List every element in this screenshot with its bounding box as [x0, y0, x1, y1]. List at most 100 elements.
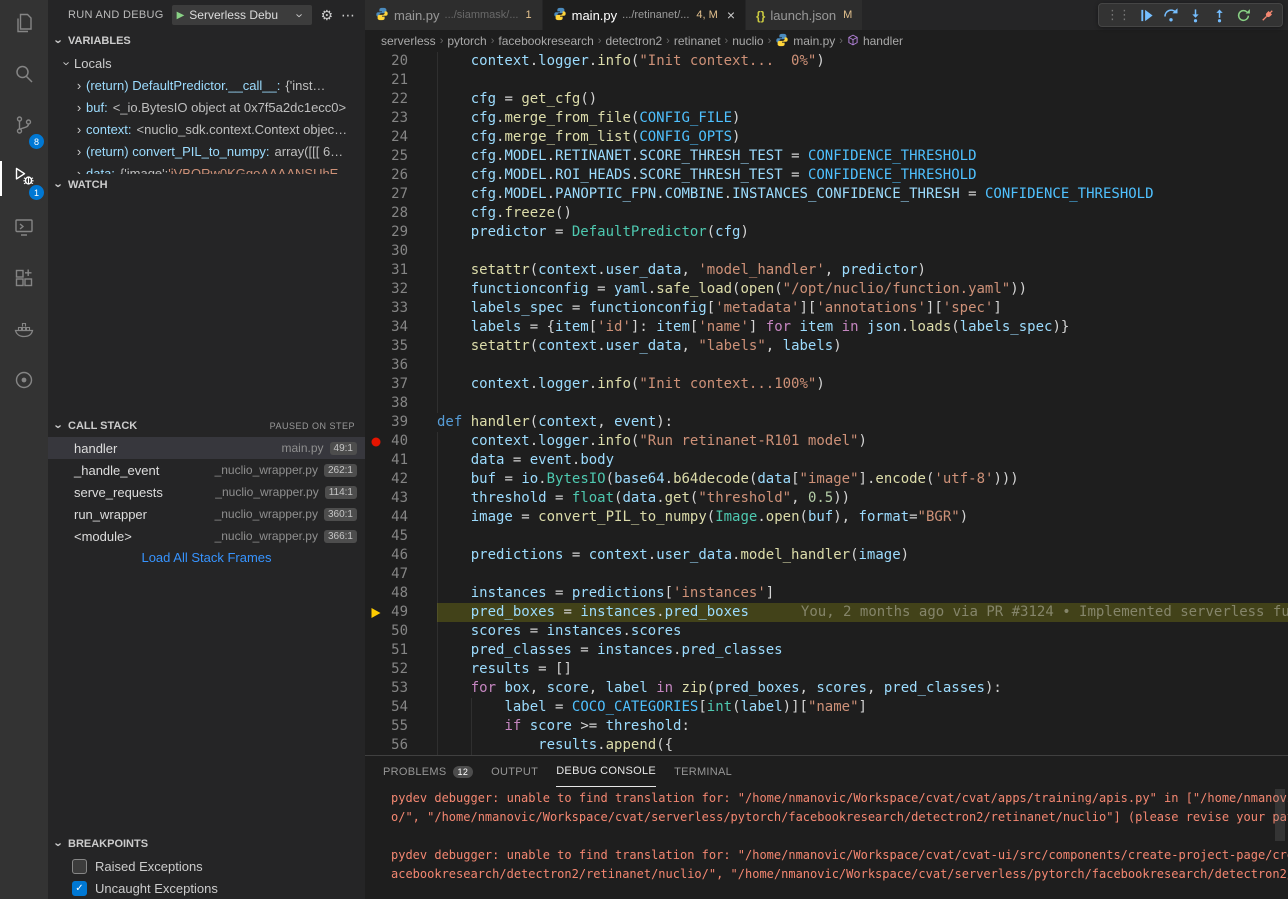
- gear-icon[interactable]: ⚙: [320, 7, 333, 24]
- code-line[interactable]: 34 labels = {item['id']: item['name'] fo…: [365, 318, 1288, 337]
- code-line[interactable]: 20 context.logger.info("Init context... …: [365, 52, 1288, 71]
- breadcrumb-item[interactable]: pytorch: [447, 34, 486, 48]
- drag-grip-icon[interactable]: ⋮⋮: [1106, 7, 1130, 23]
- variable-row[interactable]: ›(return) DefaultPredictor.__call__:{'in…: [48, 74, 365, 96]
- code-line[interactable]: 55 if score >= threshold:: [365, 717, 1288, 736]
- breadcrumb-item[interactable]: main.py: [775, 33, 835, 50]
- continue-icon[interactable]: [1139, 8, 1154, 23]
- gutter-glyph-margin[interactable]: [365, 166, 387, 185]
- code-editor[interactable]: 20 context.logger.info("Init context... …: [365, 52, 1288, 755]
- gutter-glyph-margin[interactable]: [365, 109, 387, 128]
- code-line[interactable]: 28 cfg.freeze(): [365, 204, 1288, 223]
- code-line[interactable]: 38: [365, 394, 1288, 413]
- gutter-glyph-margin[interactable]: [365, 679, 387, 698]
- load-all-stack-frames-link[interactable]: Load All Stack Frames: [48, 547, 365, 569]
- gutter-glyph-margin[interactable]: [365, 470, 387, 489]
- code-line[interactable]: 29 predictor = DefaultPredictor(cfg): [365, 223, 1288, 242]
- gutter-glyph-margin[interactable]: [365, 489, 387, 508]
- more-actions-icon[interactable]: ⋯: [341, 7, 355, 24]
- code-line[interactable]: 49 pred_boxes = instances.pred_boxesYou,…: [365, 603, 1288, 622]
- breakpoint-row[interactable]: Raised Exceptions: [48, 855, 365, 877]
- code-line[interactable]: 31 setattr(context.user_data, 'model_han…: [365, 261, 1288, 280]
- breadcrumb-item[interactable]: handler: [847, 34, 903, 49]
- tab-main-py[interactable]: main.py.../retinanet/...4, M×: [543, 0, 746, 30]
- stack-frame-row[interactable]: handlermain.py49:1: [48, 437, 365, 459]
- code-line[interactable]: 21: [365, 71, 1288, 90]
- gutter-glyph-margin[interactable]: [365, 451, 387, 470]
- code-line[interactable]: 23 cfg.merge_from_file(CONFIG_FILE): [365, 109, 1288, 128]
- code-line[interactable]: 33 labels_spec = functionconfig['metadat…: [365, 299, 1288, 318]
- code-line[interactable]: 54 label = COCO_CATEGORIES[int(label)]["…: [365, 698, 1288, 717]
- code-line[interactable]: 22 cfg = get_cfg(): [365, 90, 1288, 109]
- code-line[interactable]: 52 results = []: [365, 660, 1288, 679]
- gutter-glyph-margin[interactable]: [365, 413, 387, 432]
- stack-frame-row[interactable]: run_wrapper_nuclio_wrapper.py360:1: [48, 503, 365, 525]
- panel-tab-debug-console[interactable]: DEBUG CONSOLE: [556, 756, 656, 787]
- step-out-icon[interactable]: [1212, 8, 1227, 23]
- gutter-glyph-margin[interactable]: [365, 128, 387, 147]
- breadcrumb-item[interactable]: detectron2: [605, 34, 662, 48]
- checkbox[interactable]: [72, 859, 87, 874]
- gutter-glyph-margin[interactable]: [365, 52, 387, 71]
- breadcrumb-item[interactable]: serverless: [381, 34, 436, 48]
- gutter-glyph-margin[interactable]: [365, 223, 387, 242]
- variable-row[interactable]: ›(return) convert_PIL_to_numpy:array([[[…: [48, 140, 365, 162]
- activity-docker[interactable]: [0, 306, 48, 357]
- tab-main-py[interactable]: main.py.../siammask/...1: [365, 0, 543, 30]
- code-line[interactable]: 30: [365, 242, 1288, 261]
- code-line[interactable]: 41 data = event.body: [365, 451, 1288, 470]
- code-line[interactable]: 47: [365, 565, 1288, 584]
- code-line[interactable]: 37 context.logger.info("Init context...1…: [365, 375, 1288, 394]
- code-line[interactable]: 56 results.append({: [365, 736, 1288, 755]
- gutter-glyph-margin[interactable]: [365, 90, 387, 109]
- code-line[interactable]: 50 scores = instances.scores: [365, 622, 1288, 641]
- close-tab-icon[interactable]: ×: [727, 7, 735, 23]
- code-line[interactable]: 35 setattr(context.user_data, "labels", …: [365, 337, 1288, 356]
- code-line[interactable]: 48 instances = predictions['instances']: [365, 584, 1288, 603]
- gutter-glyph-margin[interactable]: [365, 698, 387, 717]
- breadcrumb-item[interactable]: nuclio: [732, 34, 763, 48]
- launch-config-picker[interactable]: ▶ Serverless Debu ›: [172, 5, 313, 25]
- gutter-glyph-margin[interactable]: [365, 280, 387, 299]
- breadcrumb-item[interactable]: retinanet: [674, 34, 721, 48]
- code-line[interactable]: 39def handler(context, event):: [365, 413, 1288, 432]
- activity-search[interactable]: [0, 51, 48, 102]
- variables-section-header[interactable]: › VARIABLES: [48, 30, 365, 52]
- disconnect-icon[interactable]: [1260, 8, 1275, 23]
- variables-scope-row[interactable]: ›Locals: [48, 52, 365, 74]
- code-line[interactable]: 27 cfg.MODEL.PANOPTIC_FPN.COMBINE.INSTAN…: [365, 185, 1288, 204]
- gutter-glyph-margin[interactable]: [365, 185, 387, 204]
- gutter-glyph-margin[interactable]: [365, 660, 387, 679]
- code-line[interactable]: 25 cfg.MODEL.RETINANET.SCORE_THRESH_TEST…: [365, 147, 1288, 166]
- activity-source-control[interactable]: 8: [0, 102, 48, 153]
- code-line[interactable]: 42 buf = io.BytesIO(base64.b64decode(dat…: [365, 470, 1288, 489]
- gutter-glyph-margin[interactable]: [365, 622, 387, 641]
- watch-section-header[interactable]: › WATCH: [48, 174, 365, 196]
- code-line[interactable]: 45: [365, 527, 1288, 546]
- activity-extensions[interactable]: [0, 255, 48, 306]
- gutter-glyph-margin[interactable]: [365, 527, 387, 546]
- code-line[interactable]: 36: [365, 356, 1288, 375]
- start-debugging-icon[interactable]: ▶: [177, 10, 185, 21]
- gutter-glyph-margin[interactable]: [365, 356, 387, 375]
- code-line[interactable]: 46 predictions = context.user_data.model…: [365, 546, 1288, 565]
- code-line[interactable]: 40 context.logger.info("Run retinanet-R1…: [365, 432, 1288, 451]
- gutter-glyph-margin[interactable]: [365, 565, 387, 584]
- variable-row[interactable]: ›context:<nuclio_sdk.context.Context obj…: [48, 118, 365, 140]
- activity-remote-explorer[interactable]: [0, 204, 48, 255]
- gutter-glyph-margin[interactable]: [365, 736, 387, 755]
- breakpoint-icon[interactable]: [372, 437, 381, 446]
- breakpoint-row[interactable]: ✓Uncaught Exceptions: [48, 877, 365, 899]
- gutter-glyph-margin[interactable]: [365, 603, 387, 622]
- callstack-section-header[interactable]: › CALL STACK PAUSED ON STEP: [48, 415, 365, 437]
- panel-tab-output[interactable]: OUTPUT: [491, 756, 538, 787]
- gutter-glyph-margin[interactable]: [365, 375, 387, 394]
- stack-frame-row[interactable]: _handle_event_nuclio_wrapper.py262:1: [48, 459, 365, 481]
- step-into-icon[interactable]: [1188, 8, 1203, 23]
- tab-launch-json[interactable]: {}launch.jsonM: [746, 0, 863, 30]
- panel-scrollbar[interactable]: [1275, 789, 1285, 841]
- gutter-glyph-margin[interactable]: [365, 299, 387, 318]
- checkbox[interactable]: ✓: [72, 881, 87, 896]
- gutter-glyph-margin[interactable]: [365, 432, 387, 451]
- gutter-glyph-margin[interactable]: [365, 641, 387, 660]
